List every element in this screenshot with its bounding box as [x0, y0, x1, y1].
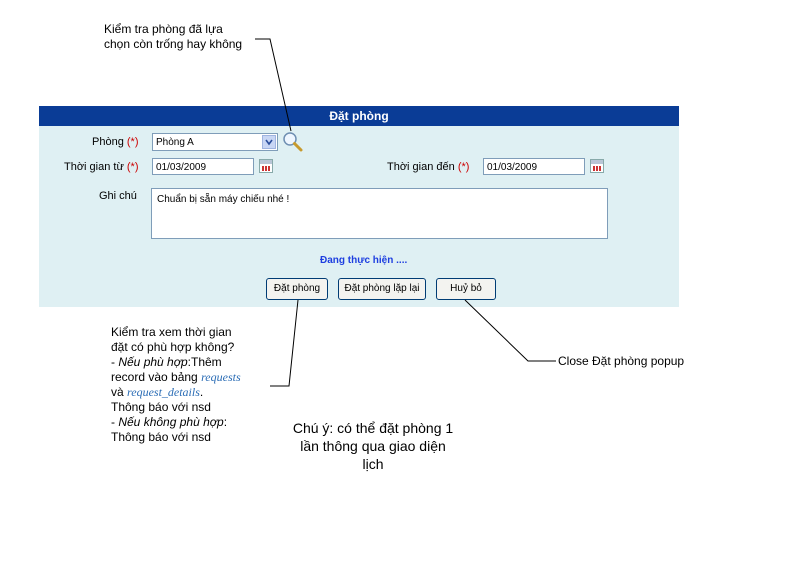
if-not-ok-rest: :: [223, 415, 228, 429]
if-ok-text: Nếu phù hợp: [118, 355, 188, 369]
if-not-ok-text: Nếu không phù hợp: [118, 415, 224, 429]
book-annotation-line3: - Nếu phù hợp:Thêm: [111, 355, 291, 370]
footnote: Chú ý: có thể đặt phòng 1 lần thông qua …: [278, 419, 468, 473]
book-annotation-line5: và request_details.: [111, 385, 291, 400]
book-annotation-line7: - Nếu không phù hợp:: [111, 415, 291, 430]
book-annotation-line2: đặt có phù hợp không?: [111, 340, 235, 354]
book-annotation-line1: Kiểm tra xem thời gian: [111, 325, 232, 339]
requests-table-name: requests: [201, 370, 241, 384]
record-text: record vào bảng: [111, 370, 202, 384]
request-details-table-name: request_details: [127, 385, 200, 399]
book-annotation-line8: Thông báo với nsd: [111, 430, 211, 444]
search-connector: [255, 38, 292, 132]
footnote-line3: lịch: [362, 456, 384, 472]
footnote-line1: Chú ý: có thể đặt phòng 1: [292, 420, 454, 436]
annotation-connectors: [255, 38, 556, 387]
period: .: [199, 385, 204, 399]
book-annotation: Kiểm tra xem thời gian đặt có phù hợp kh…: [111, 325, 291, 445]
book-annotation-line4: record vào bảng requests: [111, 370, 291, 385]
cancel-annotation: Close Đặt phòng popup: [558, 354, 685, 368]
book-annotation-line6: Thông báo với nsd: [111, 400, 211, 414]
and-text: và: [111, 385, 128, 399]
footnote-line2: lần thông qua giao diện: [300, 438, 446, 454]
cancel-connector: [464, 299, 556, 362]
if-ok-rest: :Thêm: [187, 355, 222, 369]
